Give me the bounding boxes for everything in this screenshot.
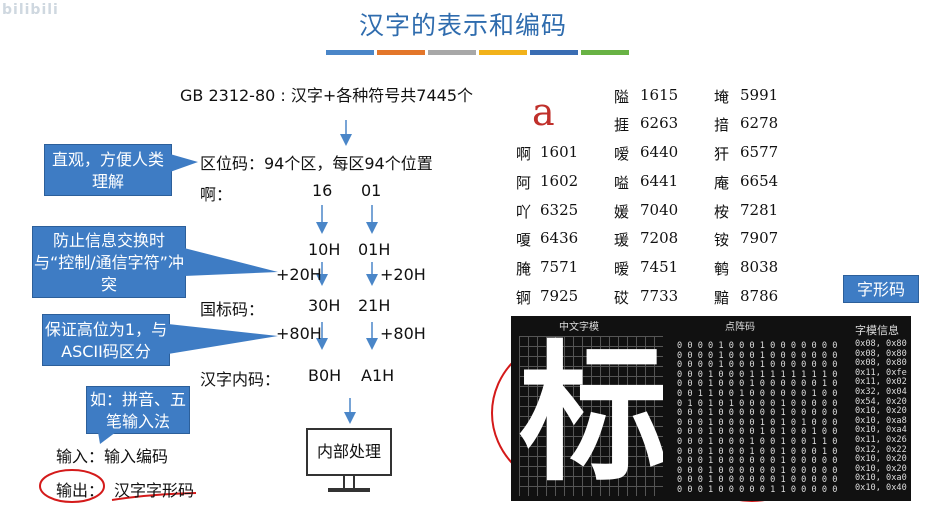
sample-letter: a xyxy=(532,90,555,134)
input-line: 输入：输入编码 xyxy=(56,447,169,466)
callout-pointer xyxy=(184,248,278,276)
table-cell: 埯 xyxy=(714,88,730,106)
output-value: 汉字字形码 xyxy=(114,481,195,500)
table-cell: 腌 xyxy=(516,260,532,278)
callout-pointer xyxy=(170,154,198,172)
table-cell: 砹 xyxy=(614,289,630,307)
table-cell: 嗌 xyxy=(614,174,630,192)
table-cell: 隘 xyxy=(614,88,630,106)
info-row: 0x10, 0x40 xyxy=(855,482,907,493)
table-cell: 啊 xyxy=(516,145,532,163)
hex-area: 10H xyxy=(308,240,341,259)
matrix-info: 0x08, 0x80 0x08, 0x80 0x08, 0x80 0x11, 0xfe… xyxy=(855,339,907,494)
table-cell: 嗳 xyxy=(614,145,630,163)
glyph-code-tag: 字形码 xyxy=(843,275,919,303)
table-cell: 7281 xyxy=(740,201,779,219)
table-cell: 7451 xyxy=(640,258,679,276)
hex-position: 01H xyxy=(358,240,391,259)
callout-high-bit: 保证高位为1，与ASCII码区分 xyxy=(42,314,170,366)
add-20h-2: +20H xyxy=(380,265,426,284)
table-cell: 庵 xyxy=(714,174,730,192)
table-cell: 6441 xyxy=(640,172,679,190)
monitor-stand-icon xyxy=(343,476,355,488)
example-char: 啊： xyxy=(200,185,233,204)
panel-header-glyph: 中文字模 xyxy=(559,322,599,333)
table-cell: 媛 xyxy=(614,203,630,221)
table-cell: 揞 xyxy=(714,116,730,134)
table-cell: 1601 xyxy=(540,143,579,161)
guobiao-byte-1: 30H xyxy=(308,296,341,315)
process-label: 内部处理 xyxy=(316,442,381,461)
add-20h-1: +20H xyxy=(276,265,322,284)
callout-avoid-conflict: 防止信息交换时与“控制/通信字符”冲突 xyxy=(32,226,186,298)
table-cell: 7733 xyxy=(640,287,679,305)
callout-input-method: 如：拼音、五笔输入法 xyxy=(86,386,190,434)
neima-label: 汉字内码： xyxy=(200,370,281,389)
glyph-grid: 标 xyxy=(519,336,663,496)
table-cell: 鹌 xyxy=(714,260,730,278)
table-cell: 6440 xyxy=(640,143,679,161)
callout-intuitive: 直观，方便人类理解 xyxy=(44,144,172,196)
guobiao-byte-2: 21H xyxy=(358,296,391,315)
guobiao-label: 国标码： xyxy=(200,300,265,319)
table-cell: 嗄 xyxy=(516,231,532,249)
callout-pointer xyxy=(168,324,278,354)
table-cell: 7040 xyxy=(640,201,679,219)
table-cell: 黯 xyxy=(714,289,730,307)
neima-byte-1: B0H xyxy=(308,366,342,385)
table-cell: 6654 xyxy=(740,172,779,190)
table-cell: 阿 xyxy=(516,174,532,192)
table-cell: 桉 xyxy=(714,203,730,221)
table-cell: 6325 xyxy=(540,201,579,219)
table-cell: 8038 xyxy=(740,258,779,276)
glyph-character: 标 xyxy=(519,336,663,496)
font-matrix-panel: 中文字模 点阵码 字模信息 标 0 0 0 0 1 0 0 0 1 0 0 0 … xyxy=(511,316,911,501)
table-cell: 犴 xyxy=(714,145,730,163)
process-monitor-icon: 内部处理 xyxy=(306,428,392,476)
panel-header-bits: 点阵码 xyxy=(725,322,755,333)
table-cell: 6436 xyxy=(540,229,579,247)
table-cell: 6263 xyxy=(640,114,679,132)
table-cell: 7571 xyxy=(540,258,579,276)
monitor-base-icon xyxy=(328,488,370,492)
table-cell: 捱 xyxy=(614,116,630,134)
table-cell: 7907 xyxy=(740,229,779,247)
table-cell: 7208 xyxy=(640,229,679,247)
quwei-area: 16 xyxy=(312,181,333,200)
table-cell: 锕 xyxy=(516,289,532,307)
table-cell: 铵 xyxy=(714,231,730,249)
table-cell: 1615 xyxy=(640,86,679,104)
output-label: 输出： xyxy=(56,481,105,500)
bit-row: 0 0 0 1 0 0 0 0 0 1 1 0 0 0 0 0 xyxy=(677,484,838,495)
table-cell: 6278 xyxy=(740,114,779,132)
table-cell: 5991 xyxy=(740,86,779,104)
table-cell: 8786 xyxy=(740,287,779,305)
table-cell: 吖 xyxy=(516,203,532,221)
bit-matrix: 0 0 0 0 1 0 0 0 1 0 0 0 0 0 0 00 0 0 0 1… xyxy=(677,341,838,496)
table-cell: 6577 xyxy=(740,143,779,161)
quwei-label: 区位码：94个区，每区94个位置 xyxy=(200,154,433,173)
callout-pointer xyxy=(98,432,116,444)
add-80h-1: +80H xyxy=(276,324,322,343)
table-cell: 暧 xyxy=(614,260,630,278)
neima-byte-2: A1H xyxy=(361,366,395,385)
table-cell: 1602 xyxy=(540,172,579,190)
quwei-position: 01 xyxy=(361,181,382,200)
panel-header-info: 字模信息 xyxy=(855,324,899,337)
add-80h-2: +80H xyxy=(380,324,426,343)
table-cell: 瑗 xyxy=(614,231,630,249)
table-cell: 7925 xyxy=(540,287,579,305)
